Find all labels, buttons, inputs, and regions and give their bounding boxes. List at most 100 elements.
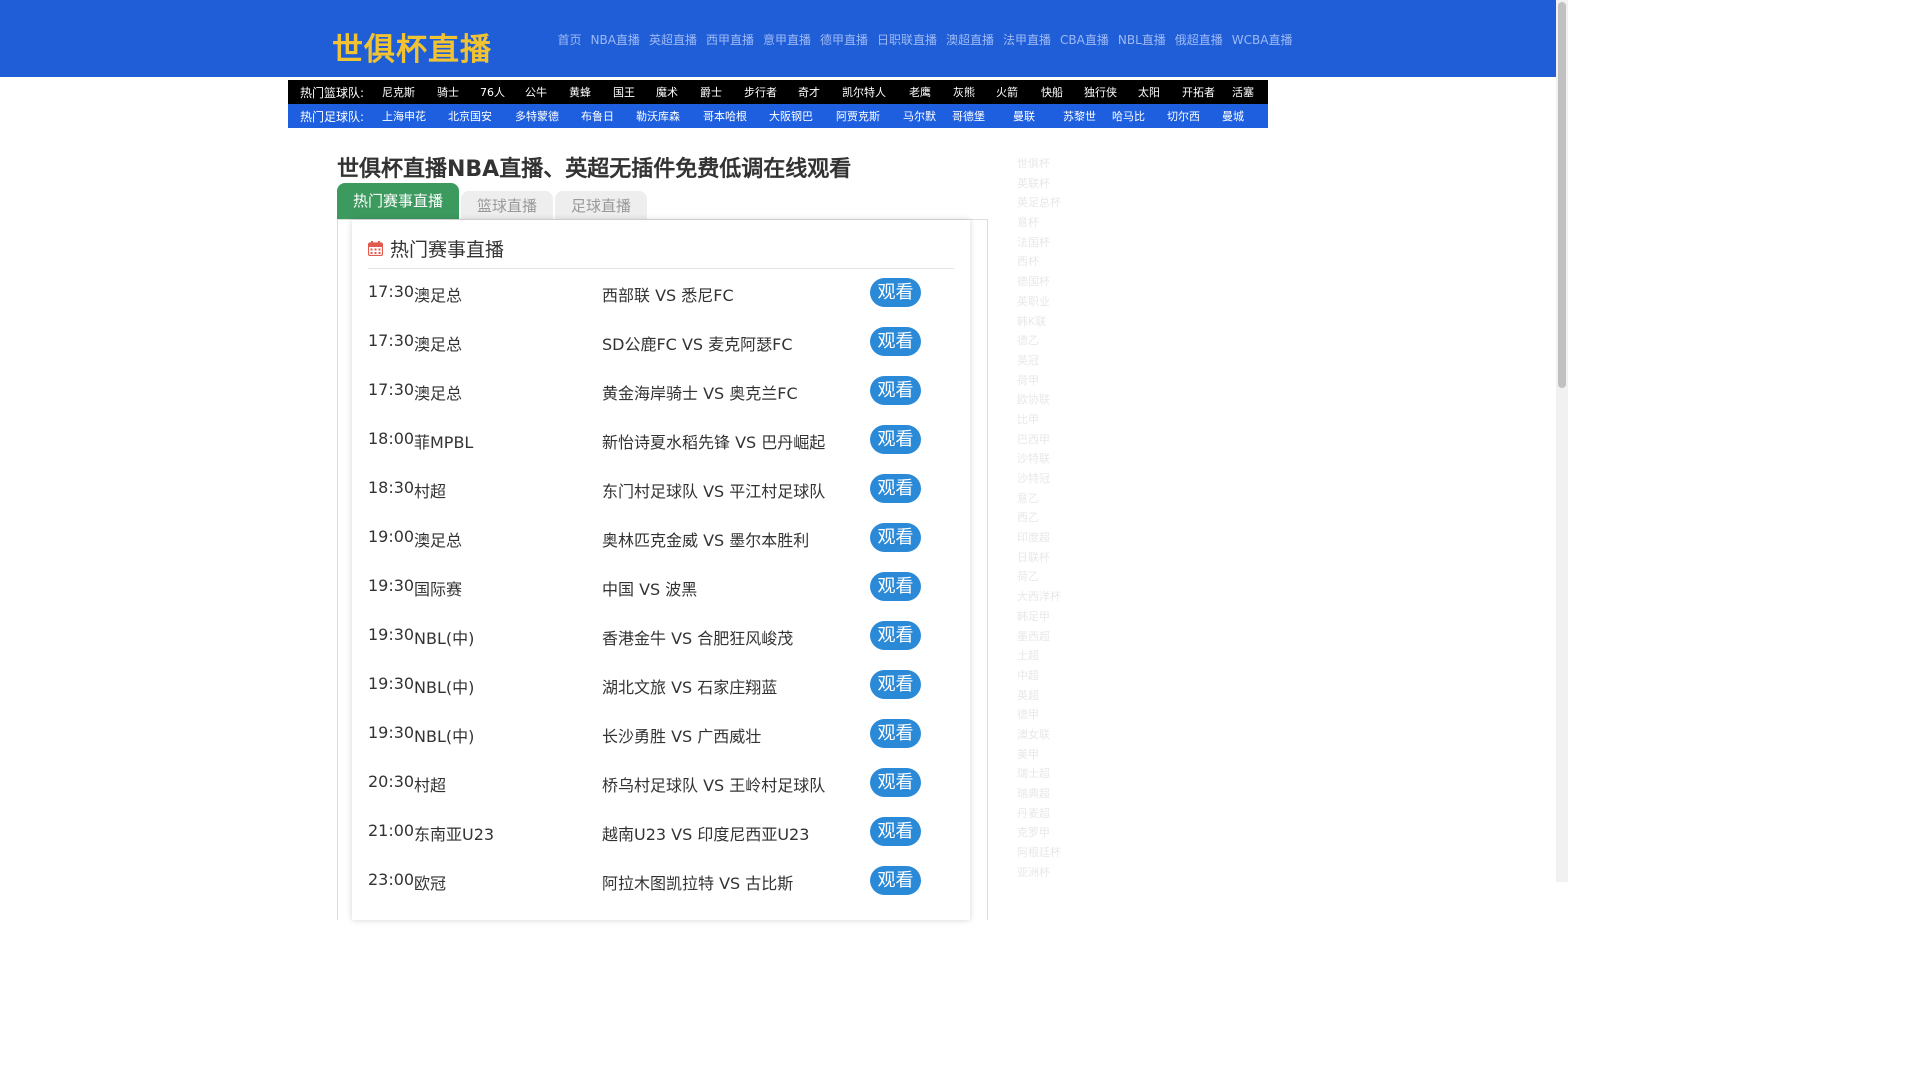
match-teams[interactable]: 越南U23 VS 印度尼西亚U23 — [602, 821, 809, 845]
sidebar-league-link[interactable]: 日联杯 — [1017, 548, 1061, 568]
basketball-team-link[interactable]: 火箭 — [996, 84, 1018, 100]
football-team-link[interactable]: 曼城 — [1222, 108, 1244, 124]
sidebar-league-link[interactable]: 荷乙 — [1017, 567, 1061, 587]
match-teams[interactable]: 奥林匹克金威 VS 墨尔本胜利 — [602, 527, 809, 551]
nav-item[interactable]: 澳超直播 — [946, 31, 994, 47]
nav-item[interactable]: NBL直播 — [1118, 31, 1166, 47]
watch-button[interactable]: 观看 — [870, 768, 921, 797]
sidebar-league-link[interactable]: 韩足甲 — [1017, 607, 1061, 627]
match-teams[interactable]: 中国 VS 波黑 — [602, 576, 697, 600]
sidebar-league-link[interactable]: 巴西甲 — [1017, 430, 1061, 450]
watch-button[interactable]: 观看 — [870, 670, 921, 699]
sidebar-league-link[interactable]: 德国杯 — [1017, 272, 1061, 292]
sidebar-league-link[interactable]: 世俱杯 — [1017, 154, 1061, 174]
sidebar-league-link[interactable]: 沙特联 — [1017, 449, 1061, 469]
basketball-team-link[interactable]: 太阳 — [1138, 84, 1160, 100]
sidebar-league-link[interactable]: 韩K联 — [1017, 312, 1061, 332]
nav-item[interactable]: 俄超直播 — [1175, 31, 1223, 47]
nav-item[interactable]: 西甲直播 — [706, 31, 754, 47]
sidebar-league-link[interactable]: 阿根廷杯 — [1017, 843, 1061, 863]
basketball-team-link[interactable]: 国王 — [613, 84, 635, 100]
watch-button[interactable]: 观看 — [870, 572, 921, 601]
match-teams[interactable]: 桥乌村足球队 VS 王岭村足球队 — [602, 772, 825, 796]
watch-button[interactable]: 观看 — [870, 278, 921, 307]
page-scrollbar[interactable] — [1556, 0, 1568, 882]
sidebar-league-link[interactable]: 澳女联 — [1017, 725, 1061, 745]
match-teams[interactable]: 西部联 VS 悉尼FC — [602, 282, 734, 306]
basketball-team-link[interactable]: 尼克斯 — [382, 84, 415, 100]
sidebar-league-link[interactable]: 美甲 — [1017, 745, 1061, 765]
nav-item[interactable]: 首页 — [558, 31, 582, 47]
basketball-team-link[interactable]: 老鹰 — [909, 84, 931, 100]
watch-button[interactable]: 观看 — [870, 719, 921, 748]
watch-button[interactable]: 观看 — [870, 523, 921, 552]
sidebar-league-link[interactable]: 丹麦超 — [1017, 804, 1061, 824]
tab-basketball[interactable]: 篮球直播 — [461, 191, 554, 221]
basketball-team-link[interactable]: 爵士 — [700, 84, 722, 100]
sidebar-league-link[interactable]: 大西洋杯 — [1017, 587, 1061, 607]
football-team-link[interactable]: 哥本哈根 — [703, 108, 747, 124]
sidebar-league-link[interactable]: 土超 — [1017, 646, 1061, 666]
sidebar-league-link[interactable]: 比甲 — [1017, 410, 1061, 430]
sidebar-league-link[interactable]: 德乙 — [1017, 331, 1061, 351]
nav-item[interactable]: 德甲直播 — [820, 31, 868, 47]
watch-button[interactable]: 观看 — [870, 474, 921, 503]
match-teams[interactable]: 湖北文旅 VS 石家庄翔蓝 — [602, 674, 777, 698]
football-team-link[interactable]: 哈马比 — [1112, 108, 1145, 124]
sidebar-league-link[interactable]: 英职业 — [1017, 292, 1061, 312]
watch-button[interactable]: 观看 — [870, 866, 921, 895]
football-team-link[interactable]: 布鲁日 — [581, 108, 614, 124]
watch-button[interactable]: 观看 — [870, 621, 921, 650]
nav-item[interactable]: 法甲直播 — [1003, 31, 1051, 47]
nav-item[interactable]: NBA直播 — [591, 31, 640, 47]
football-team-link[interactable]: 曼联 — [1013, 108, 1035, 124]
sidebar-league-link[interactable]: 意杯 — [1017, 213, 1061, 233]
football-team-link[interactable]: 勒沃库森 — [636, 108, 680, 124]
basketball-team-link[interactable]: 独行侠 — [1084, 84, 1117, 100]
sidebar-league-link[interactable]: 英超 — [1017, 686, 1061, 706]
football-team-link[interactable]: 多特蒙德 — [515, 108, 559, 124]
basketball-team-link[interactable]: 黄蜂 — [569, 84, 591, 100]
scrollbar-thumb[interactable] — [1558, 2, 1566, 388]
basketball-team-link[interactable]: 奇才 — [798, 84, 820, 100]
sidebar-league-link[interactable]: 德甲 — [1017, 705, 1061, 725]
basketball-team-link[interactable]: 活塞 — [1232, 84, 1254, 100]
football-team-link[interactable]: 苏黎世 — [1063, 108, 1096, 124]
sidebar-league-link[interactable]: 亚洲杯 — [1017, 863, 1061, 883]
nav-item[interactable]: WCBA直播 — [1232, 31, 1293, 47]
watch-button[interactable]: 观看 — [870, 327, 921, 356]
basketball-team-link[interactable]: 步行者 — [744, 84, 777, 100]
sidebar-league-link[interactable]: 英冠 — [1017, 351, 1061, 371]
football-team-link[interactable]: 马尔默 — [903, 108, 936, 124]
sidebar-league-link[interactable]: 荷甲 — [1017, 371, 1061, 391]
watch-button[interactable]: 观看 — [870, 376, 921, 405]
site-logo[interactable]: 世俱杯直播 — [332, 24, 492, 69]
sidebar-league-link[interactable]: 克罗甲 — [1017, 823, 1061, 843]
sidebar-league-link[interactable]: 瑞士超 — [1017, 764, 1061, 784]
match-teams[interactable]: 东门村足球队 VS 平江村足球队 — [602, 478, 825, 502]
match-teams[interactable]: 长沙勇胜 VS 广西威壮 — [602, 723, 761, 747]
sidebar-league-link[interactable]: 英联杯 — [1017, 174, 1061, 194]
nav-item[interactable]: 意甲直播 — [763, 31, 811, 47]
tab-hot-events[interactable]: 热门赛事直播 — [337, 183, 460, 220]
football-team-link[interactable]: 阿贾克斯 — [836, 108, 880, 124]
nav-item[interactable]: 日职联直播 — [877, 31, 937, 47]
match-teams[interactable]: 新怡诗夏水稻先锋 VS 巴丹崛起 — [602, 429, 825, 453]
football-team-link[interactable]: 切尔西 — [1167, 108, 1200, 124]
sidebar-league-link[interactable]: 西杯 — [1017, 252, 1061, 272]
basketball-team-link[interactable]: 公牛 — [525, 84, 547, 100]
match-teams[interactable]: 黄金海岸骑士 VS 奥克兰FC — [602, 380, 798, 404]
sidebar-league-link[interactable]: 英足总杯 — [1017, 193, 1061, 213]
watch-button[interactable]: 观看 — [870, 817, 921, 846]
sidebar-league-link[interactable]: 西乙 — [1017, 508, 1061, 528]
sidebar-league-link[interactable]: 墨西超 — [1017, 627, 1061, 647]
sidebar-league-link[interactable]: 法国杯 — [1017, 233, 1061, 253]
sidebar-league-link[interactable]: 印度超 — [1017, 528, 1061, 548]
basketball-team-link[interactable]: 骑士 — [437, 84, 459, 100]
match-teams[interactable]: 香港金牛 VS 合肥狂风峻茂 — [602, 625, 793, 649]
sidebar-league-link[interactable]: 中超 — [1017, 666, 1061, 686]
nav-item[interactable]: 英超直播 — [649, 31, 697, 47]
basketball-team-link[interactable]: 魔术 — [656, 84, 678, 100]
football-team-link[interactable]: 上海申花 — [382, 108, 426, 124]
basketball-team-link[interactable]: 76人 — [480, 84, 505, 100]
